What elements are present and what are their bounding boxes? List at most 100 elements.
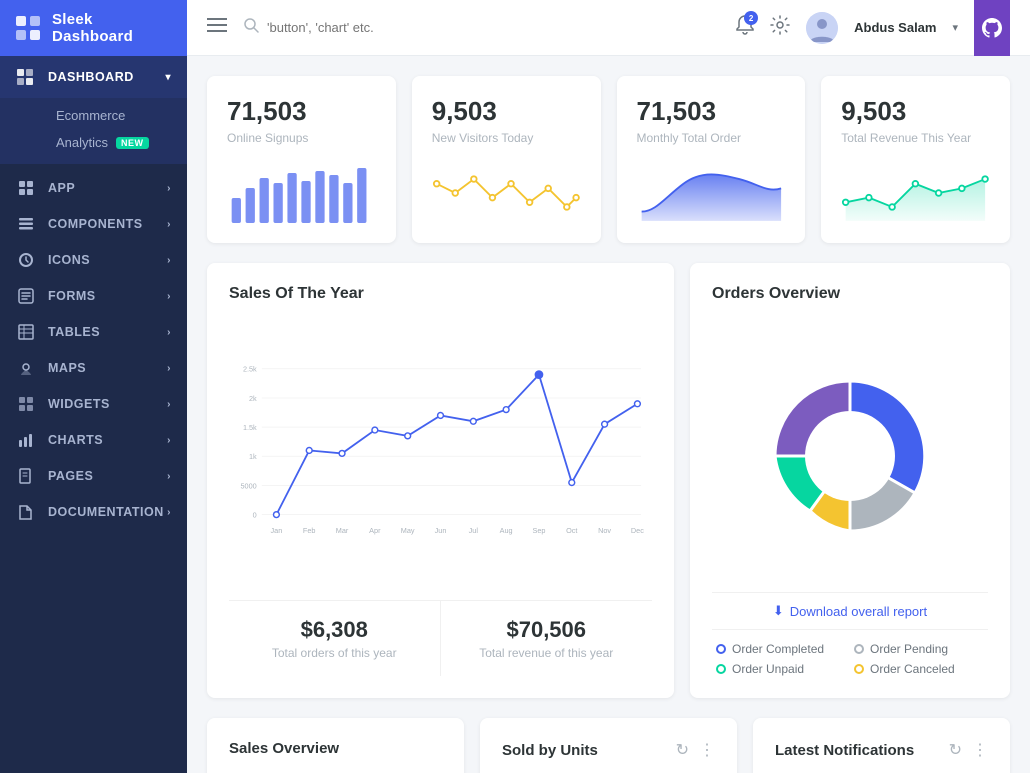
sidebar-item-charts[interactable]: CHARTS › [0, 422, 187, 458]
sidebar-item-app[interactable]: APP › [0, 170, 187, 206]
more-icon[interactable]: ⋮ [972, 740, 988, 760]
sidebar-item-label: APP [48, 181, 167, 195]
notification-icon[interactable]: 2 [736, 15, 754, 40]
app-icon [16, 180, 36, 196]
search-input[interactable] [267, 20, 467, 35]
svg-text:Mar: Mar [336, 526, 349, 535]
svg-text:Jun: Jun [435, 526, 447, 535]
content-area: 71,503 Online Signups [187, 56, 1030, 773]
tables-icon [16, 324, 36, 340]
sidebar-item-dashboard[interactable]: DASHBOARD ▾ [0, 56, 187, 98]
stat-card-orders: 71,503 Monthly Total Order [617, 76, 806, 243]
sidebar-item-forms[interactable]: FORMS › [0, 278, 187, 314]
bottom-card-notifications: Latest Notifications ↻ ⋮ [753, 718, 1010, 773]
chart-stat-value: $6,308 [245, 617, 424, 643]
svg-text:5000: 5000 [241, 481, 257, 490]
sidebar-item-components[interactable]: COMPONENTS › [0, 206, 187, 242]
chart-stat-revenue: $70,506 Total revenue of this year [441, 601, 653, 676]
sidebar-item-documentation[interactable]: DOCUMENTATION › [0, 494, 187, 530]
bottom-card-header: Sold by Units ↻ ⋮ [502, 740, 715, 760]
sub-item-analytics[interactable]: Analytics NEW [48, 129, 187, 156]
legend-completed: Order Completed [716, 642, 846, 656]
chart-stat-value: $70,506 [457, 617, 637, 643]
arrow-icon: › [167, 291, 171, 302]
svg-text:May: May [401, 526, 415, 535]
svg-text:2.5k: 2.5k [243, 365, 257, 374]
new-badge: NEW [116, 137, 149, 149]
arrow-icon: › [167, 219, 171, 230]
legend-dot [854, 644, 864, 654]
sidebar-section-dashboard: DASHBOARD ▾ Ecommerce Analytics NEW [0, 56, 187, 164]
sub-item-ecommerce[interactable]: Ecommerce [48, 102, 187, 129]
stat-chart-line-yellow [432, 163, 581, 223]
widgets-icon [16, 396, 36, 412]
stat-chart-line-green [841, 163, 990, 223]
sub-item-label: Analytics [56, 135, 108, 150]
orders-legend: Order Completed Order Pending Order Unpa… [712, 642, 988, 676]
user-dropdown-arrow[interactable]: ▾ [952, 21, 958, 34]
svg-text:Apr: Apr [369, 526, 381, 535]
header-actions: 2 Abdus Salam ▾ [736, 12, 958, 44]
download-report-link[interactable]: ⬇ Download overall report [712, 592, 988, 630]
svg-text:Jan: Jan [271, 526, 283, 535]
sidebar-item-tables[interactable]: TABLES › [0, 314, 187, 350]
svg-text:Oct: Oct [566, 526, 577, 535]
arrow-icon: › [167, 399, 171, 410]
refresh-icon[interactable]: ↻ [676, 740, 689, 760]
bottom-card-header: Latest Notifications ↻ ⋮ [775, 740, 988, 760]
sidebar-item-label: DOCUMENTATION [48, 505, 167, 519]
charts-icon [16, 432, 36, 448]
sidebar-header: Sleek Dashboard [0, 0, 187, 56]
svg-text:Feb: Feb [303, 526, 316, 535]
logo-icon [14, 14, 42, 42]
sidebar-title: Sleek Dashboard [52, 11, 173, 45]
stat-card-visitors: 9,503 New Visitors Today [412, 76, 601, 243]
bottom-card-sales-overview: Sales Overview [207, 718, 464, 773]
stat-value: 9,503 [432, 96, 581, 127]
sub-item-label: Ecommerce [56, 108, 125, 123]
bottom-card-sold-units: Sold by Units ↻ ⋮ [480, 718, 737, 773]
legend-dot [716, 664, 726, 674]
menu-icon[interactable] [207, 17, 227, 38]
charts-row: Sales Of The Year 2.5k 2k 1.5k 1k 5000 0 [207, 263, 1010, 698]
svg-text:Nov: Nov [598, 526, 611, 535]
stat-value: 9,503 [841, 96, 990, 127]
legend-dot [716, 644, 726, 654]
sales-line-chart: 2.5k 2k 1.5k 1k 5000 0 [229, 319, 652, 579]
legend-unpaid: Order Unpaid [716, 662, 846, 676]
sidebar-item-label-dashboard: DASHBOARD [48, 70, 165, 84]
sidebar-item-label: CHARTS [48, 433, 167, 447]
stat-value: 71,503 [637, 96, 786, 127]
sidebar-item-maps[interactable]: MAPS › [0, 350, 187, 386]
sidebar-item-label: COMPONENTS [48, 217, 167, 231]
search-icon [243, 17, 259, 38]
stat-cards: 71,503 Online Signups [207, 76, 1010, 243]
more-icon[interactable]: ⋮ [699, 740, 715, 760]
sidebar-item-label: ICONS [48, 253, 167, 267]
stat-label: Monthly Total Order [637, 131, 786, 145]
sidebar-item-widgets[interactable]: WIDGETS › [0, 386, 187, 422]
orders-overview-card: Orders Overview [690, 263, 1010, 698]
sales-chart-card: Sales Of The Year 2.5k 2k 1.5k 1k 5000 0 [207, 263, 674, 698]
arrow-icon: › [167, 435, 171, 446]
github-icon[interactable] [974, 0, 1010, 56]
bottom-card-title: Sales Overview [229, 740, 339, 757]
legend-label: Order Completed [732, 642, 824, 656]
bottom-card-title: Latest Notifications [775, 742, 914, 759]
legend-pending: Order Pending [854, 642, 984, 656]
download-label: Download overall report [790, 604, 927, 619]
sidebar-item-icons[interactable]: ICONS › [0, 242, 187, 278]
sidebar-item-pages[interactable]: PAGES › [0, 458, 187, 494]
avatar [806, 12, 838, 44]
settings-icon[interactable] [770, 15, 790, 40]
sidebar: Sleek Dashboard DASHBOARD ▾ Ecommerce An… [0, 0, 187, 773]
bottom-card-header: Sales Overview [229, 740, 442, 757]
refresh-icon[interactable]: ↻ [949, 740, 962, 760]
svg-text:Jul: Jul [469, 526, 479, 535]
maps-icon [16, 360, 36, 376]
stat-label: New Visitors Today [432, 131, 581, 145]
dashboard-icon [16, 68, 36, 86]
header: 2 Abdus Salam ▾ [187, 0, 1030, 56]
sidebar-nav: APP › COMPONENTS › ICONS › FORMS › [0, 164, 187, 536]
chart-stat-label: Total revenue of this year [457, 646, 637, 660]
